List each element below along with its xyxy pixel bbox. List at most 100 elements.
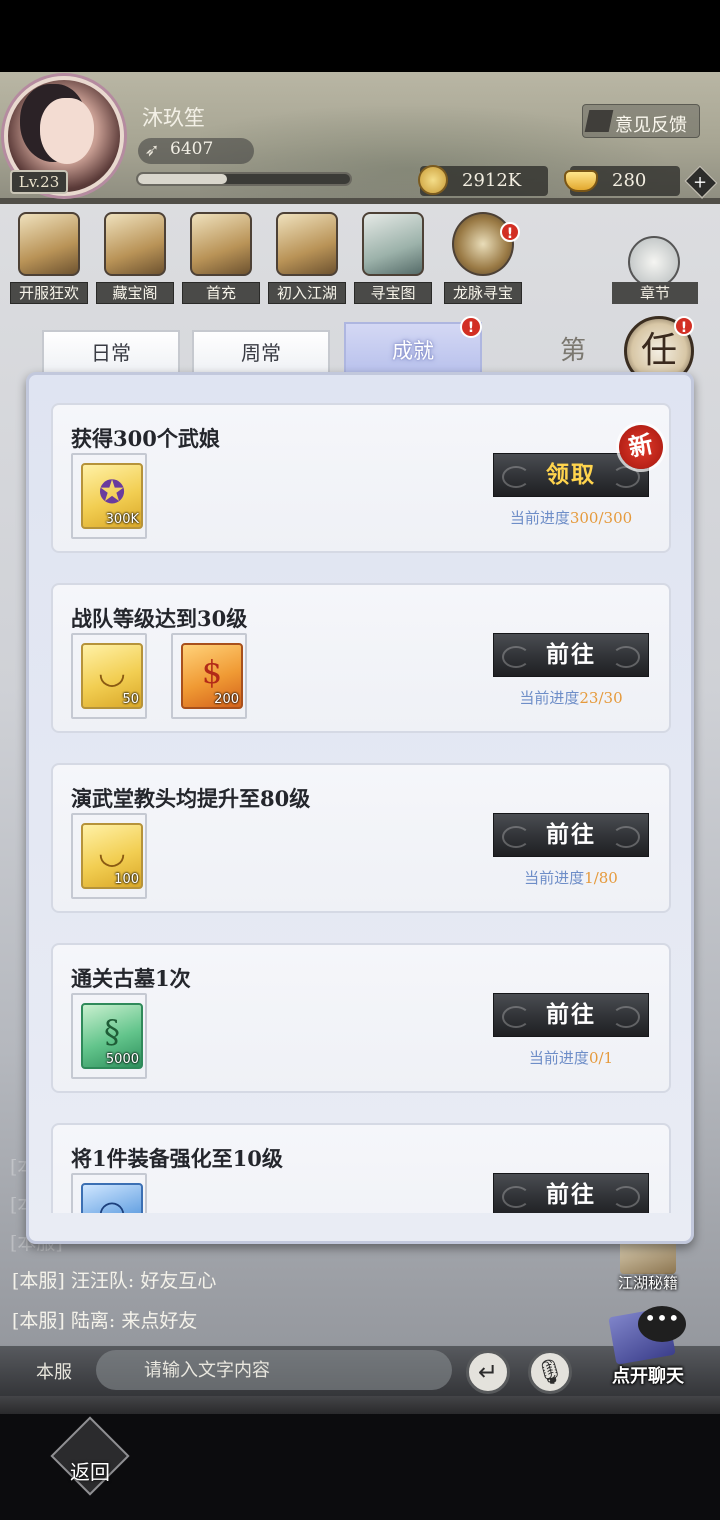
level-badge: Lv.23	[10, 170, 68, 194]
go-button[interactable]: 前往	[493, 813, 649, 857]
go-button[interactable]: 前往	[493, 1173, 649, 1213]
power-icon: ➶	[144, 140, 160, 161]
reward-icon-box: § 5000	[81, 1003, 143, 1069]
plus-icon: +	[693, 173, 707, 193]
reward-icon-box: ◒	[81, 1183, 143, 1213]
task-alert-badge: !	[674, 316, 694, 336]
scroll-icon	[18, 212, 80, 276]
gold-ingot-icon: ◡	[98, 653, 126, 691]
status-bar-area	[0, 0, 720, 72]
progress-value: 0/1	[588, 1049, 614, 1067]
reward-item[interactable]: $ 200	[171, 633, 247, 719]
feature-label: 开服狂欢	[10, 282, 88, 304]
go-button[interactable]: 前往	[493, 633, 649, 677]
reward-quantity: 200	[214, 692, 239, 707]
achievement-card: 获得300个武娘 ✪ 300K 领取 当前进度300/300 新	[51, 403, 671, 553]
gold-ingot-icon: ◡	[98, 833, 126, 871]
achievement-list[interactable]: 获得300个武娘 ✪ 300K 领取 当前进度300/300 新 战队等级达到3…	[29, 375, 691, 1213]
gold-counter: 280	[564, 166, 680, 196]
reward-item[interactable]: § 5000	[71, 993, 147, 1079]
achievement-panel: 获得300个武娘 ✪ 300K 领取 当前进度300/300 新 战队等级达到3…	[26, 372, 694, 1244]
power-display: ➶ 6407	[138, 138, 254, 164]
chat-channel-tag: [本服]	[12, 1310, 65, 1332]
feature-label: 首充	[182, 282, 260, 304]
purple-medallion-icon: ✪	[98, 473, 126, 511]
send-button[interactable]: ↵	[466, 1350, 510, 1394]
achievement-card: 通关古墓1次 § 5000 前往 当前进度0/1	[51, 943, 671, 1093]
progress-text: 当前进度0/1	[493, 1047, 649, 1068]
achievement-title: 将1件装备强化至10级	[71, 1146, 283, 1171]
reward-item[interactable]: ◡ 100	[71, 813, 147, 899]
feature-first-recharge[interactable]: 首充	[182, 212, 260, 304]
yinyang-icon	[276, 212, 338, 276]
progress-value: 300/300	[569, 509, 633, 527]
speech-bubble-icon: •••	[638, 1306, 686, 1342]
feature-treasure-map[interactable]: 寻宝图	[354, 212, 432, 304]
coin-icon	[418, 165, 448, 195]
chat-message: [本服] 汪汪队: 好友互心	[12, 1266, 216, 1293]
progress-text: 当前进度23/30	[493, 687, 649, 708]
progress-label: 当前进度	[519, 689, 580, 707]
feature-label: 龙脉寻宝	[444, 282, 522, 304]
reward-item[interactable]: ◡ 50	[71, 633, 147, 719]
reward-quantity: 5000	[105, 1052, 139, 1067]
player-name: 沐玖笙	[142, 106, 205, 130]
reward-item[interactable]: ✪ 300K	[71, 453, 147, 539]
enter-arrow-icon: ↵	[477, 1358, 499, 1386]
task-glyph: 任	[640, 330, 677, 371]
feature-treasure-pavilion[interactable]: 藏宝阁	[96, 212, 174, 304]
vip-exp-icon: $	[201, 653, 223, 691]
achievement-title: 通关古墓1次	[71, 966, 191, 991]
progress-value: 23/30	[579, 689, 623, 707]
progress-text: 当前进度1/80	[493, 867, 649, 888]
reward-item[interactable]: ◒	[71, 1173, 147, 1213]
voice-button[interactable]: 🎙	[528, 1350, 572, 1394]
treasure-map-icon	[362, 212, 424, 276]
jianghu-guide-label: 江湖秘籍	[617, 1274, 678, 1292]
achievement-title: 演武堂教头均提升至80级	[71, 786, 311, 811]
go-button[interactable]: 前往	[493, 993, 649, 1037]
reward-icon-box: ◡ 50	[81, 643, 143, 709]
gold-value: 280	[612, 170, 647, 191]
landscape-icon	[628, 236, 680, 288]
pavilion-icon	[104, 212, 166, 276]
feature-label: 寻宝图	[354, 282, 432, 304]
reward-icon-box: ✪ 300K	[81, 463, 143, 529]
chat-message: [本服] 陆离: 来点好友	[12, 1306, 197, 1333]
feature-dragon-vein[interactable]: 龙脉寻宝 !	[444, 212, 522, 304]
chat-channel-tag: [本服]	[12, 1270, 65, 1292]
coin-counter: 2912K	[418, 165, 548, 196]
chapter-button[interactable]: 章节	[612, 236, 698, 306]
tab-daily[interactable]: 日常	[42, 330, 180, 376]
chat-channel-selector[interactable]: 本服	[36, 1358, 72, 1384]
progress-text: 当前进度300/300	[493, 507, 649, 528]
progress-label: 当前进度	[509, 509, 570, 527]
avatar-portrait	[40, 98, 94, 164]
progress-value: 1/80	[584, 869, 618, 887]
achievement-card: 战队等级达到30级 ◡ 50 $ 200 前往 当前进度23/30	[51, 583, 671, 733]
jade-dragon-icon: §	[104, 1013, 120, 1051]
chapter-edge-text: 第	[560, 336, 587, 366]
feature-label: 藏宝阁	[96, 282, 174, 304]
achievement-title: 战队等级达到30级	[71, 606, 248, 631]
reward-icon-box: ◡ 100	[81, 823, 143, 889]
chat-text: 陆离: 来点好友	[70, 1310, 198, 1332]
back-button[interactable]: 返回	[50, 1416, 130, 1500]
feature-enter-jianghu[interactable]: 初入江湖	[268, 212, 346, 304]
achievement-title: 获得300个武娘	[71, 426, 220, 451]
tab-weekly[interactable]: 周常	[192, 330, 330, 376]
exp-bar	[136, 172, 352, 186]
reward-quantity: 100	[114, 872, 139, 887]
progress-label: 当前进度	[528, 1049, 589, 1067]
feature-kaifu[interactable]: 开服狂欢	[10, 212, 88, 304]
open-chat-button[interactable]: ••• 点开聊天	[598, 1306, 698, 1392]
achievement-card: 演武堂教头均提升至80级 ◡ 100 前往 当前进度1/80	[51, 763, 671, 913]
chat-input[interactable]	[96, 1350, 452, 1390]
feedback-icon	[584, 110, 614, 132]
blue-stone-icon: ◒	[98, 1193, 126, 1213]
gold-ingot-icon	[564, 170, 598, 192]
tab-alert-badge: !	[460, 316, 482, 338]
game-screen: Lv.23 沐玖笙 ➶ 6407 意见反馈 2912K 280 + 开服狂欢 藏…	[0, 0, 720, 1520]
feedback-button[interactable]: 意见反馈	[582, 104, 700, 138]
chat-text: 汪汪队: 好友互心	[70, 1270, 217, 1292]
